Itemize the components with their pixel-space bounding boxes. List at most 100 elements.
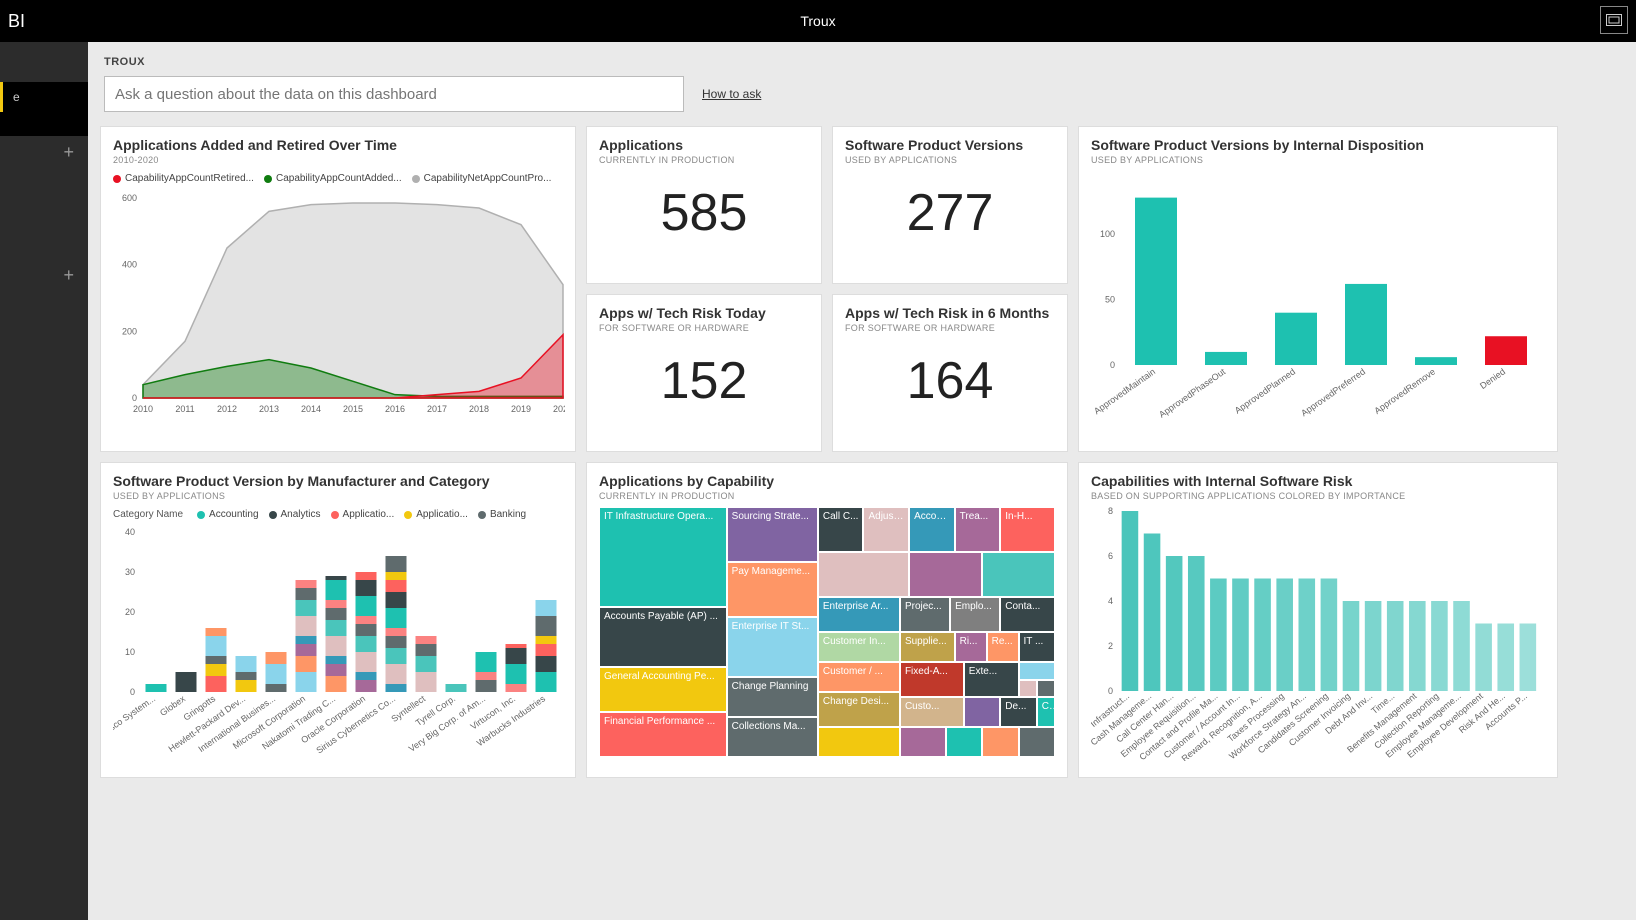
tile-subtitle: CURRENTLY IN PRODUCTION <box>599 491 1055 501</box>
tile-subtitle: USED BY APPLICATIONS <box>1091 155 1545 165</box>
breadcrumb: TROUX <box>88 42 1636 76</box>
treemap-cell[interactable]: Accounts Payable (AP) ... <box>599 607 727 667</box>
tile-kpi-risk-6mo[interactable]: Apps w/ Tech Risk in 6 Months FOR SOFTWA… <box>832 294 1068 452</box>
tile-apps-capability[interactable]: Applications by Capability CURRENTLY IN … <box>586 462 1068 778</box>
tile-title: Applications by Capability <box>599 473 1055 489</box>
treemap-cell[interactable]: De... <box>1000 697 1036 727</box>
add-dashboard-button[interactable]: + <box>0 136 88 169</box>
tile-kpi-applications[interactable]: Applications CURRENTLY IN PRODUCTION 585 <box>586 126 822 284</box>
treemap-cell[interactable] <box>818 552 909 597</box>
tile-spv-manufacturer[interactable]: Software Product Version by Manufacturer… <box>100 462 576 778</box>
treemap-cell[interactable]: Ri... <box>955 632 987 662</box>
dashboard-content: TROUX How to ask Applications Added and … <box>88 42 1636 920</box>
svg-text:Cisco System...: Cisco System... <box>113 693 157 737</box>
treemap-cell[interactable]: Accou... <box>909 507 955 552</box>
tile-subtitle: USED BY APPLICATIONS <box>113 491 563 501</box>
svg-text:2015: 2015 <box>343 404 363 414</box>
tile-title: Apps w/ Tech Risk Today <box>599 305 809 321</box>
treemap-cell[interactable]: Pay Manageme... <box>727 562 818 617</box>
treemap-cell[interactable]: IT Infrastructure Opera... <box>599 507 727 607</box>
treemap-cell[interactable]: Supplie... <box>900 632 955 662</box>
treemap-cell[interactable] <box>1019 662 1055 680</box>
tile-title: Software Product Versions <box>845 137 1055 153</box>
svg-text:50: 50 <box>1105 295 1115 305</box>
kpi-value: 585 <box>599 165 809 261</box>
chart-legend: Category NameAccountingAnalyticsApplicat… <box>113 509 563 520</box>
svg-text:2014: 2014 <box>301 404 321 414</box>
kpi-value: 277 <box>845 165 1055 261</box>
svg-text:0: 0 <box>1108 686 1113 696</box>
treemap-cell[interactable]: Trea... <box>955 507 1001 552</box>
treemap-cell[interactable]: General Accounting Pe... <box>599 667 727 712</box>
treemap-cell[interactable]: Enterprise IT St... <box>727 617 818 677</box>
kpi-value: 152 <box>599 333 809 429</box>
treemap-cell[interactable] <box>964 697 1000 727</box>
treemap-cell[interactable]: Re... <box>987 632 1019 662</box>
sidebar-item[interactable] <box>0 52 88 82</box>
treemap-cell[interactable] <box>982 727 1018 757</box>
svg-text:400: 400 <box>122 260 137 270</box>
tile-apps-over-time[interactable]: Applications Added and Retired Over Time… <box>100 126 576 452</box>
treemap-cell[interactable]: Sourcing Strate... <box>727 507 818 562</box>
treemap-cell[interactable]: Change Planning <box>727 677 818 717</box>
svg-text:0: 0 <box>1110 360 1115 370</box>
tile-capabilities-risk[interactable]: Capabilities with Internal Software Risk… <box>1078 462 1558 778</box>
app-logo: BI <box>8 11 25 32</box>
sidebar-item[interactable] <box>0 112 88 136</box>
svg-text:2017: 2017 <box>427 404 447 414</box>
svg-text:600: 600 <box>122 193 137 203</box>
tile-subtitle: BASED ON SUPPORTING APPLICATIONS COLORED… <box>1091 491 1545 501</box>
treemap-cell[interactable] <box>982 552 1055 597</box>
tile-title: Capabilities with Internal Software Risk <box>1091 473 1545 489</box>
tile-subtitle: USED BY APPLICATIONS <box>845 155 1055 165</box>
tile-title: Apps w/ Tech Risk in 6 Months <box>845 305 1055 321</box>
svg-text:200: 200 <box>122 326 137 336</box>
treemap-cell[interactable]: Customer / ... <box>818 662 900 692</box>
svg-text:2011: 2011 <box>175 404 194 414</box>
treemap-cell[interactable]: Collections Ma... <box>727 717 818 757</box>
treemap-cell[interactable] <box>900 727 946 757</box>
treemap-cell[interactable]: Fixed-A... <box>900 662 964 697</box>
sidebar-item-selected[interactable]: e <box>0 82 88 112</box>
svg-text:2010: 2010 <box>133 404 153 414</box>
treemap-cell[interactable]: Ca... <box>1037 697 1055 727</box>
treemap-cell[interactable]: Customer In... <box>818 632 900 662</box>
treemap-cell[interactable] <box>818 727 900 757</box>
treemap-cell[interactable]: Exte... <box>964 662 1019 697</box>
treemap-cell[interactable]: Emplo... <box>950 597 1000 632</box>
treemap-cell[interactable] <box>1037 680 1055 698</box>
treemap-cell[interactable]: Conta... <box>1000 597 1055 632</box>
svg-text:ApprovedMaintain: ApprovedMaintain <box>1092 366 1157 416</box>
titlebar: BI Troux <box>0 0 1636 42</box>
stacked-bar-chart: 010203040Cisco System...GlobexGringottsH… <box>113 524 565 764</box>
treemap-cell[interactable]: IT ... <box>1019 632 1055 662</box>
fullscreen-button[interactable] <box>1600 6 1628 34</box>
tile-spv-disposition[interactable]: Software Product Versions by Internal Di… <box>1078 126 1558 452</box>
treemap-cell[interactable]: Call C... <box>818 507 864 552</box>
add-report-button[interactable]: + <box>0 259 88 292</box>
treemap-cell[interactable]: Projec... <box>900 597 950 632</box>
treemap-cell[interactable]: Change Desi... <box>818 692 900 727</box>
svg-text:0: 0 <box>130 687 135 697</box>
svg-text:2018: 2018 <box>469 404 489 414</box>
tile-kpi-risk-today[interactable]: Apps w/ Tech Risk Today FOR SOFTWARE OR … <box>586 294 822 452</box>
svg-text:40: 40 <box>125 527 135 537</box>
tile-title: Applications <box>599 137 809 153</box>
treemap-cell[interactable] <box>909 552 982 597</box>
treemap-cell[interactable]: Custo... <box>900 697 964 727</box>
treemap-cell[interactable] <box>946 727 982 757</box>
treemap-cell[interactable] <box>1019 680 1037 698</box>
bar-chart-risk: 02468IT Infrastruct...Cash Manageme...Ca… <box>1091 501 1547 761</box>
treemap-cell[interactable] <box>1019 727 1055 757</box>
treemap-cell[interactable]: Enterprise Ar... <box>818 597 900 632</box>
qna-input[interactable] <box>104 76 684 112</box>
svg-text:6: 6 <box>1108 551 1113 561</box>
svg-text:0: 0 <box>132 393 137 403</box>
treemap-cell[interactable]: In-H... <box>1000 507 1055 552</box>
how-to-ask-link[interactable]: How to ask <box>702 87 761 101</box>
svg-text:2020: 2020 <box>553 404 565 414</box>
tile-kpi-spv[interactable]: Software Product Versions USED BY APPLIC… <box>832 126 1068 284</box>
treemap-cell[interactable]: Adjust... <box>863 507 909 552</box>
svg-text:ApprovedPhaseOut: ApprovedPhaseOut <box>1157 366 1227 420</box>
treemap-cell[interactable]: Financial Performance ... <box>599 712 727 757</box>
